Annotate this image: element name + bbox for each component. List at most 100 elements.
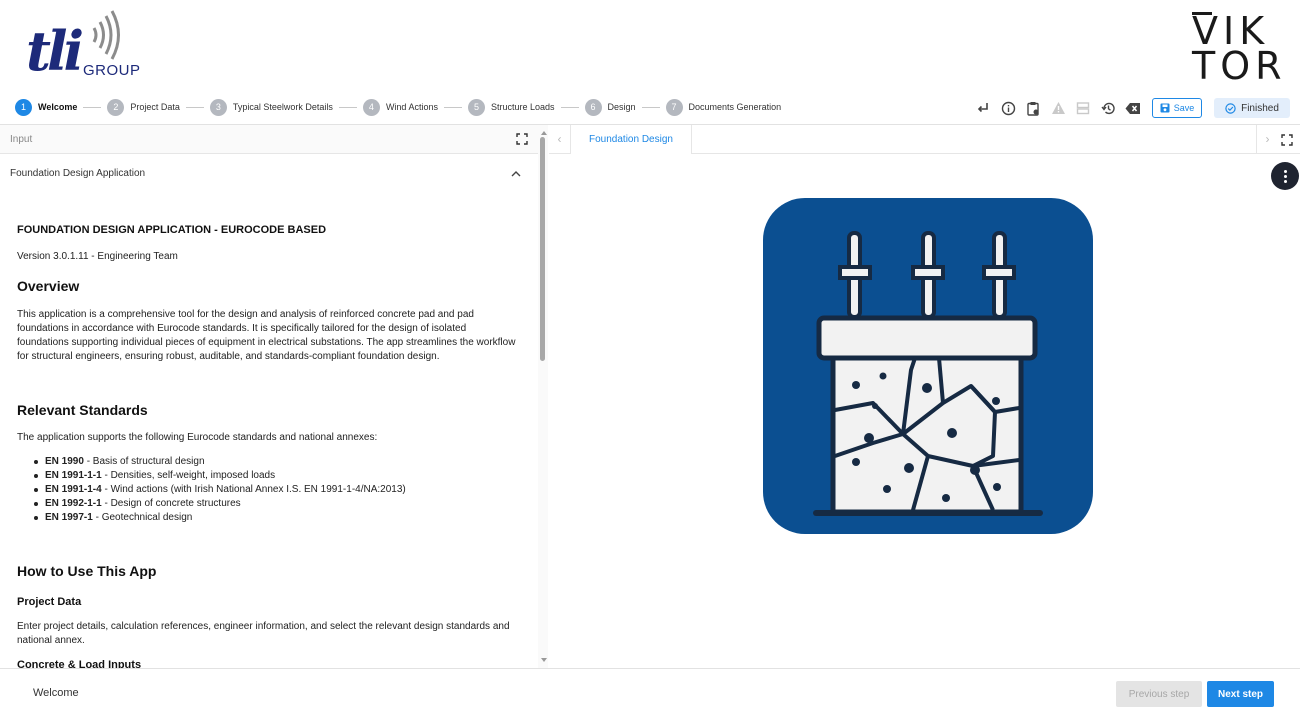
project-data-heading: Project Data [17, 596, 82, 608]
warning-icon[interactable] [1049, 99, 1067, 117]
step-connector [443, 106, 462, 108]
check-circle-icon [1225, 102, 1236, 114]
step-number: 4 [362, 98, 380, 116]
scroll-down-arrow[interactable] [541, 658, 547, 662]
overview-paragraph: This application is a comprehensive tool… [17, 309, 516, 362]
step-connector [338, 106, 357, 108]
foundation-design-illustration [763, 198, 1093, 539]
step-label: Documents Generation [688, 102, 782, 112]
viktor-logo-line2: TOR [1192, 44, 1287, 88]
step-typical-steelwork-details[interactable]: 3 Typical Steelwork Details [209, 98, 333, 116]
save-button-label: Save [1173, 103, 1195, 113]
storage-icon[interactable] [1074, 99, 1092, 117]
step-footer: Welcome Previous step Next step [0, 668, 1300, 718]
history-icon[interactable] [1099, 99, 1117, 117]
list-item: EN 1997-1 - Geotechnical design [34, 511, 517, 525]
finished-label: Finished [1241, 102, 1279, 114]
list-item: EN 1991-1-1 - Densities, self-weight, im… [34, 469, 517, 483]
step-number: 6 [584, 98, 602, 116]
tab-scroll-left[interactable]: ‹ [549, 125, 571, 153]
kebab-dot [1283, 179, 1287, 183]
current-step-name: Welcome [33, 687, 79, 699]
standards-intro: The application supports the following E… [17, 432, 378, 443]
step-navigation: 1 Welcome 2 Project Data 3 Typical Steel… [15, 97, 781, 117]
kebab-dot [1283, 174, 1287, 178]
scroll-thumb[interactable] [540, 137, 545, 361]
step-label: Project Data [130, 102, 180, 112]
step-number: 1 [15, 98, 32, 116]
list-item: EN 1992-1-1 - Design of concrete structu… [34, 497, 517, 511]
app-header: tli GROUP VIK TOR 1 Welcome 2 Project Da… [0, 0, 1300, 118]
welcome-document: FOUNDATION DESIGN APPLICATION - EUROCODE… [17, 222, 517, 668]
step-label: Structure Loads [490, 102, 555, 112]
clipboard-icon[interactable] [1024, 99, 1042, 117]
step-connector [560, 106, 579, 108]
step-number: 7 [665, 98, 683, 116]
tli-group-logo: tli GROUP [22, 8, 142, 82]
floppy-disk-icon [1160, 103, 1170, 113]
step-welcome[interactable]: 1 Welcome [15, 98, 78, 116]
tli-logo-group: GROUP [83, 62, 141, 79]
more-options-button[interactable] [1271, 162, 1299, 190]
standard-code: EN 1992-1-1 [45, 498, 102, 509]
standard-code: EN 1991-1-1 [45, 470, 102, 481]
step-project-data[interactable]: 2 Project Data [107, 98, 180, 116]
step-number: 5 [467, 98, 485, 116]
section-title: Foundation Design Application [10, 167, 146, 179]
signal-waves-icon [92, 10, 120, 60]
step-number: 3 [209, 98, 227, 116]
version-text: Version 3.0.1.11 - Engineering Team [17, 251, 178, 262]
step-label: Wind Actions [385, 102, 438, 112]
step-label: Typical Steelwork Details [232, 102, 333, 112]
standard-desc: - Geotechnical design [92, 512, 193, 523]
step-connector [641, 106, 660, 108]
kebab-dot [1283, 169, 1287, 173]
input-panel-header: Input [0, 125, 547, 154]
list-item: EN 1991-1-4 - Wind actions (with Irish N… [34, 483, 517, 497]
input-panel: Input Foundation Design Application FOUN… [0, 125, 548, 668]
info-icon[interactable] [999, 99, 1017, 117]
editor-toolbar: Save Finished [974, 97, 1290, 119]
standard-desc: - Basis of structural design [83, 456, 205, 467]
project-data-paragraph: Enter project details, calculation refer… [17, 621, 510, 646]
finished-status-badge[interactable]: Finished [1214, 98, 1290, 118]
standards-heading: Relevant Standards [17, 402, 148, 418]
section-header[interactable]: Foundation Design Application [0, 161, 535, 185]
step-connector [83, 106, 102, 108]
standard-desc: - Design of concrete structures [101, 498, 241, 509]
step-documents-generation[interactable]: 7 Documents Generation [665, 98, 782, 116]
step-label: Design [607, 102, 636, 112]
save-button[interactable]: Save [1152, 98, 1202, 118]
input-scrollbar[interactable] [538, 125, 548, 668]
standard-code: EN 1990 [45, 456, 84, 467]
standard-desc: - Wind actions (with Irish National Anne… [101, 484, 406, 495]
list-item: EN 1990 - Basis of structural design [34, 455, 517, 469]
step-label: Welcome [38, 102, 78, 112]
overview-heading: Overview [17, 278, 80, 294]
scroll-up-arrow[interactable] [541, 131, 547, 135]
document-title: FOUNDATION DESIGN APPLICATION - EUROCODE… [17, 224, 327, 236]
step-structure-loads[interactable]: 5 Structure Loads [467, 98, 555, 116]
step-design[interactable]: 6 Design [584, 98, 636, 116]
tli-logo-text: tli [26, 19, 84, 83]
standard-code: EN 1997-1 [45, 512, 93, 523]
fullscreen-icon[interactable] [516, 133, 528, 148]
chevron-up-icon[interactable] [511, 169, 521, 180]
step-wind-actions[interactable]: 4 Wind Actions [362, 98, 438, 116]
previous-step-button[interactable]: Previous step [1116, 681, 1202, 707]
standard-desc: - Densities, self-weight, imposed loads [101, 470, 276, 481]
viktor-logo: VIK TOR [1190, 12, 1282, 85]
tab-scroll-right[interactable]: › [1256, 125, 1278, 153]
standards-list: EN 1990 - Basis of structural design EN … [34, 455, 517, 525]
clear-input-icon[interactable] [1124, 99, 1142, 117]
standard-code: EN 1991-1-4 [45, 484, 102, 495]
step-number: 2 [107, 98, 125, 116]
howto-heading: How to Use This App [17, 563, 157, 579]
step-connector [185, 106, 204, 108]
output-tab-bar: ‹ Foundation Design › [549, 125, 1300, 154]
tab-foundation-design[interactable]: Foundation Design [571, 125, 692, 154]
next-step-button[interactable]: Next step [1207, 681, 1274, 707]
input-panel-title: Input [10, 133, 33, 145]
fullscreen-icon[interactable] [1281, 133, 1293, 151]
return-arrow-icon[interactable] [974, 99, 992, 117]
